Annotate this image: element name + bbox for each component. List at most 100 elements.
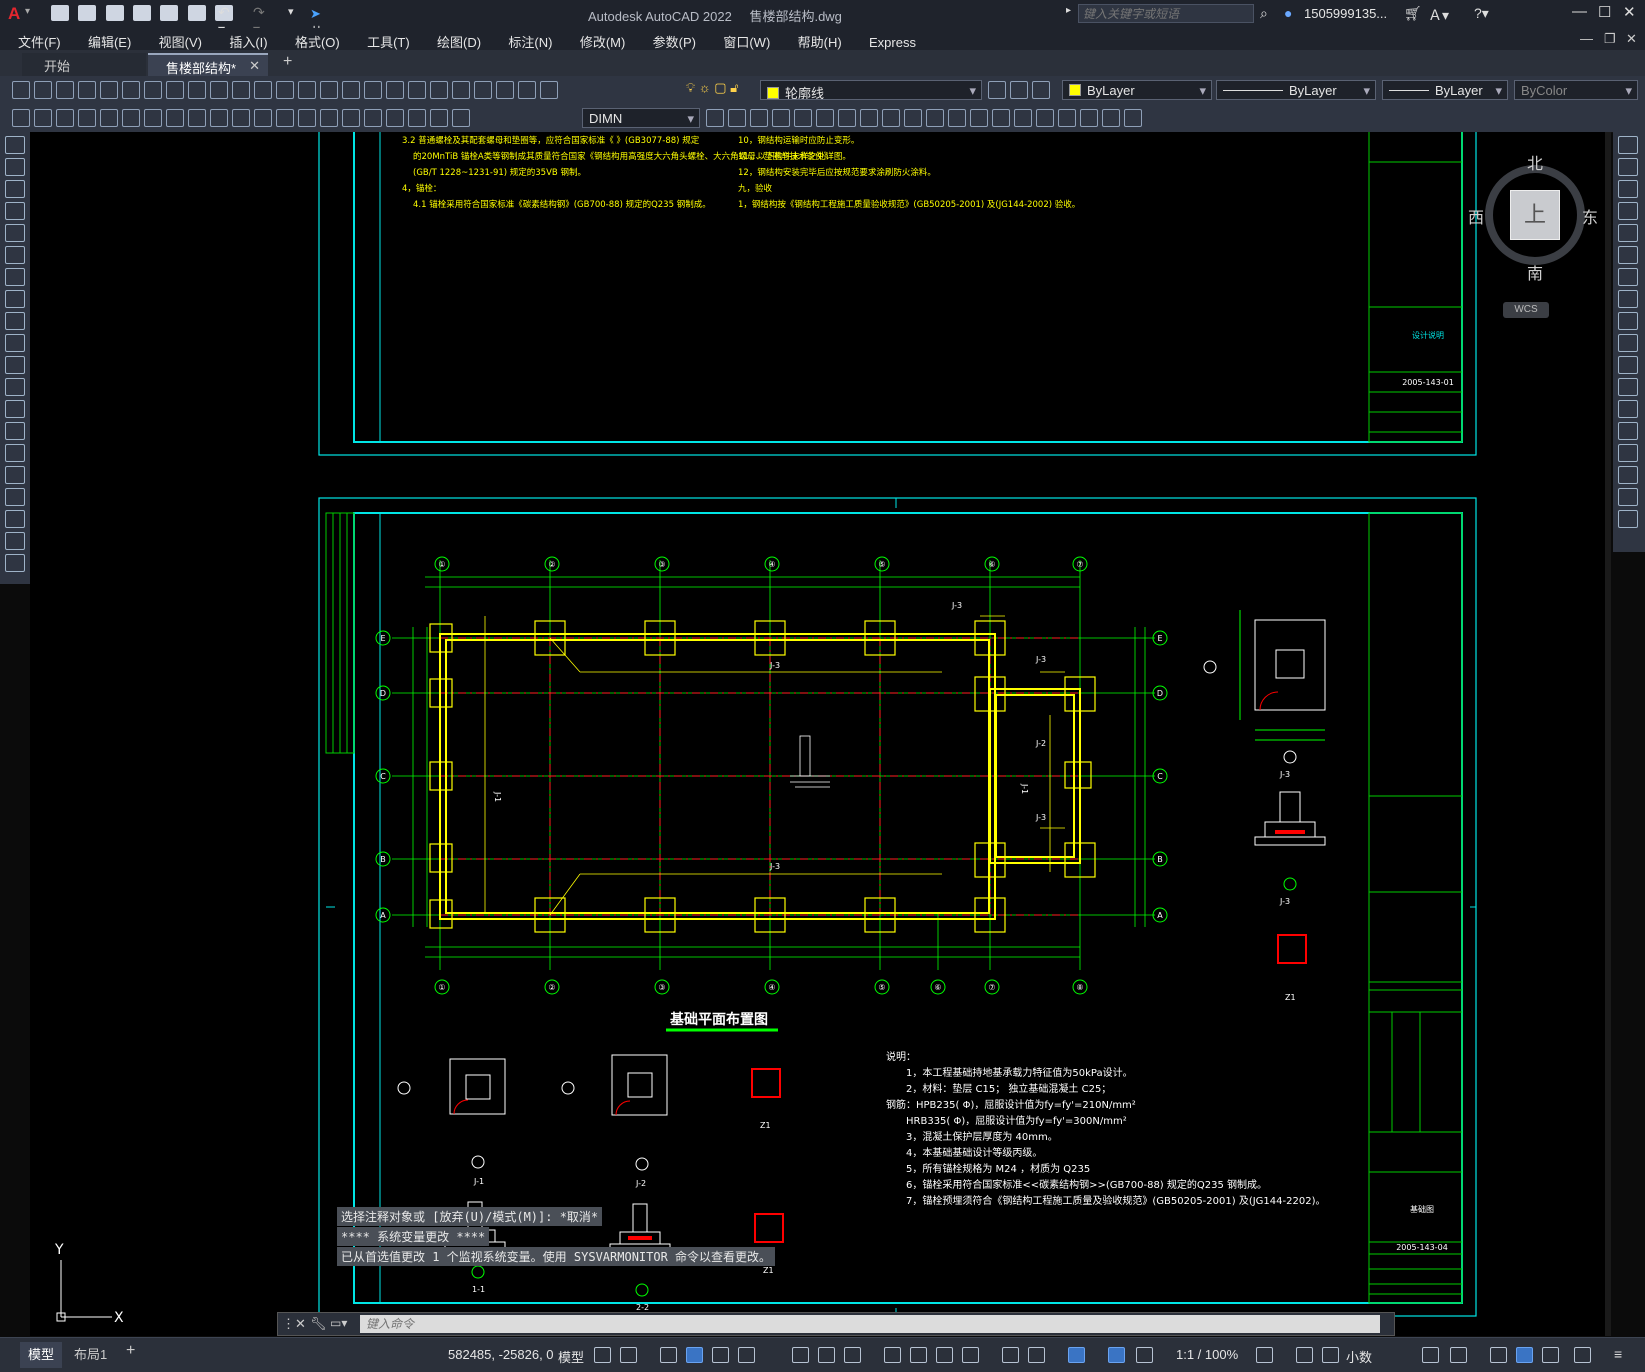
tab-start[interactable]: 开始 — [22, 53, 146, 76]
viewcube-south[interactable]: 南 — [1527, 260, 1543, 284]
insert-block-icon[interactable] — [5, 378, 25, 396]
dim-update-icon[interactable] — [452, 109, 470, 127]
dim-linear-icon[interactable] — [34, 109, 52, 127]
point-icon[interactable] — [5, 422, 25, 440]
dim-arc-icon[interactable] — [78, 109, 96, 127]
intersect-icon[interactable] — [772, 109, 790, 127]
cut-icon[interactable] — [166, 81, 184, 99]
app-menu-arrow-icon[interactable]: ▾ — [25, 6, 30, 17]
add-selected-icon[interactable] — [5, 554, 25, 572]
layer-state-icons[interactable]: 💡︎ ☼ ▢ 🔓︎ — [686, 80, 739, 96]
blend-curves-icon[interactable] — [1618, 488, 1638, 506]
separate-icon[interactable] — [1014, 109, 1032, 127]
search-expand-icon[interactable]: ▸ — [1066, 5, 1076, 16]
qnew-icon[interactable] — [12, 81, 30, 99]
move-icon[interactable] — [1618, 246, 1638, 264]
undo-icon[interactable] — [276, 81, 294, 99]
dimstyle-manager-icon[interactable] — [706, 109, 724, 127]
dim-space-icon[interactable] — [276, 109, 294, 127]
color-faces-icon[interactable] — [948, 109, 966, 127]
match-prop-icon[interactable] — [232, 81, 250, 99]
annotation-scale-value[interactable]: 1:1 / 100% — [1176, 1347, 1238, 1362]
inspection-icon[interactable] — [364, 109, 382, 127]
command-input[interactable] — [360, 1315, 1380, 1333]
dim-aligned-icon[interactable] — [56, 109, 74, 127]
graphics-performance-icon[interactable] — [1516, 1347, 1533, 1363]
menu-help[interactable]: 帮助(H) — [786, 28, 854, 51]
make-block-icon[interactable] — [5, 400, 25, 418]
workspace-switch-icon[interactable] — [1256, 1347, 1273, 1363]
delete-faces-icon[interactable] — [860, 109, 878, 127]
copy-object-icon[interactable] — [1618, 158, 1638, 176]
dim-jogged-icon[interactable] — [144, 109, 162, 127]
annotation-scale-icon[interactable] — [1136, 1347, 1153, 1363]
minimize-icon[interactable]: — — [1572, 3, 1587, 20]
open-file-icon[interactable] — [78, 5, 97, 21]
chamfer-icon[interactable] — [1618, 444, 1638, 462]
explode-icon[interactable] — [1618, 510, 1638, 528]
fullscreen-icon[interactable] — [1574, 1347, 1591, 1363]
offset-icon[interactable] — [1618, 202, 1638, 220]
ortho-icon[interactable] — [686, 1347, 703, 1363]
search-icon[interactable]: ⌕ — [1260, 5, 1268, 22]
properties-icon[interactable] — [408, 81, 426, 99]
auto-scale-icon[interactable] — [1108, 1347, 1125, 1363]
dimstyle-dropdown[interactable]: DIMN ▾ — [582, 108, 700, 128]
quick-dim-icon[interactable] — [210, 109, 228, 127]
model-space-button[interactable]: 模型 — [558, 1347, 584, 1366]
dynamic-ucs-icon[interactable] — [962, 1347, 979, 1363]
new-file-icon[interactable] — [51, 5, 69, 21]
save-icon[interactable] — [56, 81, 74, 99]
copy-edges-icon[interactable] — [1080, 109, 1098, 127]
doc-minimize-icon[interactable]: — — [1580, 31, 1593, 46]
zoom-previous-icon[interactable] — [386, 81, 404, 99]
array-icon[interactable] — [1618, 224, 1638, 242]
grid-icon[interactable] — [594, 1347, 611, 1363]
help-icon[interactable] — [540, 81, 558, 99]
units-icon[interactable] — [1322, 1347, 1339, 1363]
viewcube-west[interactable]: 西 — [1468, 204, 1484, 228]
line-icon[interactable] — [5, 136, 25, 154]
search-input[interactable] — [1078, 4, 1254, 23]
menu-insert[interactable]: 插入(I) — [217, 28, 279, 51]
coordinates-readout[interactable]: 582485, -25826, 0 — [448, 1347, 554, 1362]
layer-states-icon[interactable] — [1032, 81, 1050, 99]
rectangle-icon[interactable] — [5, 224, 25, 242]
markup-icon[interactable] — [496, 81, 514, 99]
tool-palettes-icon[interactable] — [452, 81, 470, 99]
zoom-realtime-icon[interactable] — [342, 81, 360, 99]
plotstyle-dropdown[interactable]: ByColor ▾ — [1514, 80, 1638, 100]
ellipse-icon[interactable] — [5, 334, 25, 352]
doc-close-icon[interactable]: ✕ — [1626, 31, 1637, 47]
revision-cloud-icon[interactable] — [5, 290, 25, 308]
command-close-icon[interactable]: ⋮✕ — [282, 1316, 306, 1332]
snap-icon[interactable] — [620, 1347, 637, 1363]
doc-restore-icon[interactable]: ❐ — [1604, 31, 1616, 47]
tab-drawing[interactable]: 售楼部结构* ✕ — [148, 53, 268, 76]
lineweight-icon[interactable] — [844, 1347, 861, 1363]
rotate-faces-icon[interactable] — [882, 109, 900, 127]
make-current-icon[interactable] — [988, 81, 1006, 99]
dim-continue-icon[interactable] — [254, 109, 272, 127]
block-editor-icon[interactable] — [254, 81, 272, 99]
copy-icon[interactable] — [188, 81, 206, 99]
command-recent-icon[interactable]: ▭▾ — [330, 1316, 347, 1330]
offset-faces-icon[interactable] — [838, 109, 856, 127]
selection-filter-icon[interactable] — [1002, 1347, 1019, 1363]
check-icon[interactable] — [1058, 109, 1076, 127]
menu-express[interactable]: Express — [857, 31, 928, 50]
table-icon[interactable] — [5, 510, 25, 528]
viewcube-face[interactable]: 上 — [1510, 190, 1560, 240]
tab-model[interactable]: 模型 — [20, 1342, 63, 1368]
cart-icon[interactable]: 🛒︎ — [1404, 5, 1422, 22]
annotation-visibility-icon[interactable] — [1068, 1347, 1085, 1363]
scale-icon[interactable] — [1618, 290, 1638, 308]
construction-line-icon[interactable] — [5, 158, 25, 176]
menu-parametric[interactable]: 参数(P) — [641, 28, 708, 51]
zoom-window-icon[interactable] — [364, 81, 382, 99]
open-web-icon[interactable] — [160, 5, 179, 21]
stretch-icon[interactable] — [1618, 312, 1638, 330]
transparency-icon[interactable] — [884, 1347, 901, 1363]
infer-constraints-icon[interactable] — [660, 1347, 677, 1363]
layer-previous-icon[interactable] — [1010, 81, 1028, 99]
